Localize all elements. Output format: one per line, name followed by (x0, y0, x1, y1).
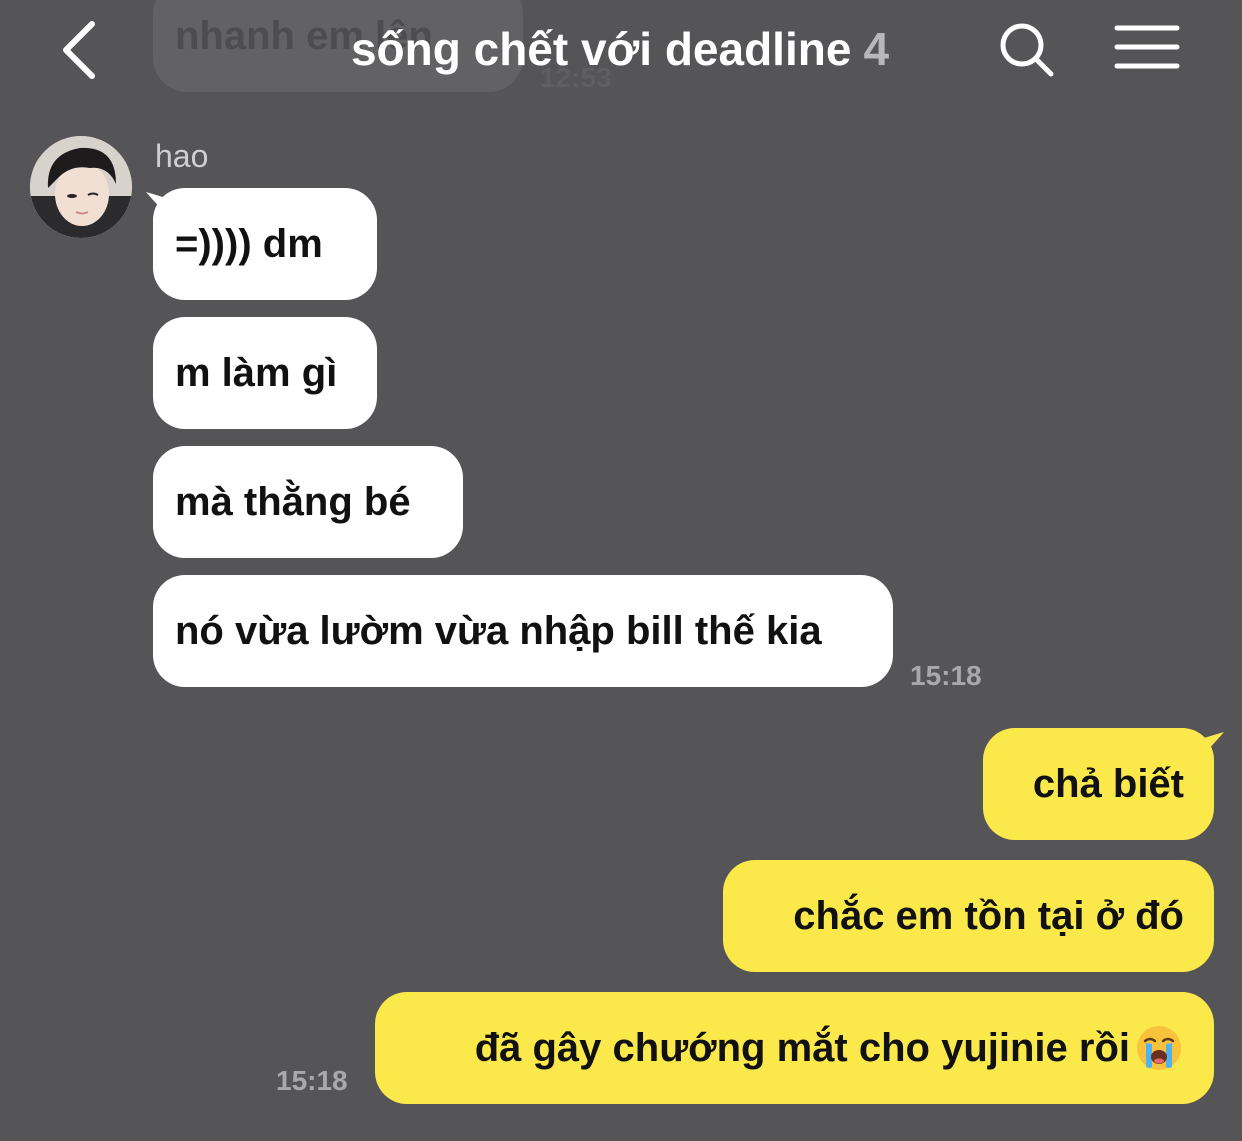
message-text: =)))) dm (175, 221, 323, 266)
incoming-message-bubble[interactable]: =)))) dm (153, 188, 377, 300)
incoming-timestamp: 15:18 (910, 660, 982, 691)
profile-photo (30, 136, 132, 238)
message-text: m làm gì (175, 350, 338, 395)
message-text: mà thằng bé (175, 479, 411, 524)
member-count: 4 (863, 23, 890, 75)
message-text: nó vừa lườm vừa nhập bill thế kia (175, 608, 822, 653)
message-text: đã gây chướng mắt cho yujinie rồi (474, 1025, 1130, 1070)
loudly-crying-face-icon (1137, 1026, 1181, 1070)
message-text: chả biết (1032, 761, 1184, 806)
search-button[interactable] (995, 18, 1059, 82)
search-icon (1000, 23, 1054, 77)
chat-title: sống chết với deadline 4 (300, 22, 940, 76)
sender-name: hao (155, 138, 209, 174)
outgoing-timestamp: 15:18 (276, 1065, 348, 1096)
chat-name: sống chết với deadline (350, 23, 852, 75)
outgoing-message-bubble[interactable]: đã gây chướng mắt cho yujinie rồi (375, 992, 1214, 1104)
chat-header: sống chết với deadline 4 (0, 0, 1242, 100)
incoming-message-bubble[interactable]: m làm gì (153, 317, 377, 429)
outgoing-message-bubble[interactable]: chắc em tồn tại ở đó (723, 860, 1214, 972)
chevron-left-icon (63, 21, 95, 79)
back-button[interactable] (52, 18, 112, 82)
sender-avatar[interactable] (30, 136, 132, 238)
hamburger-menu-icon (1114, 25, 1180, 69)
incoming-message-bubble[interactable]: mà thằng bé (153, 446, 463, 558)
outgoing-message-bubble[interactable]: chả biết (983, 728, 1214, 840)
menu-button[interactable] (1112, 18, 1182, 78)
incoming-message-bubble[interactable]: nó vừa lườm vừa nhập bill thế kia (153, 575, 893, 687)
message-text: chắc em tồn tại ở đó (793, 893, 1184, 938)
